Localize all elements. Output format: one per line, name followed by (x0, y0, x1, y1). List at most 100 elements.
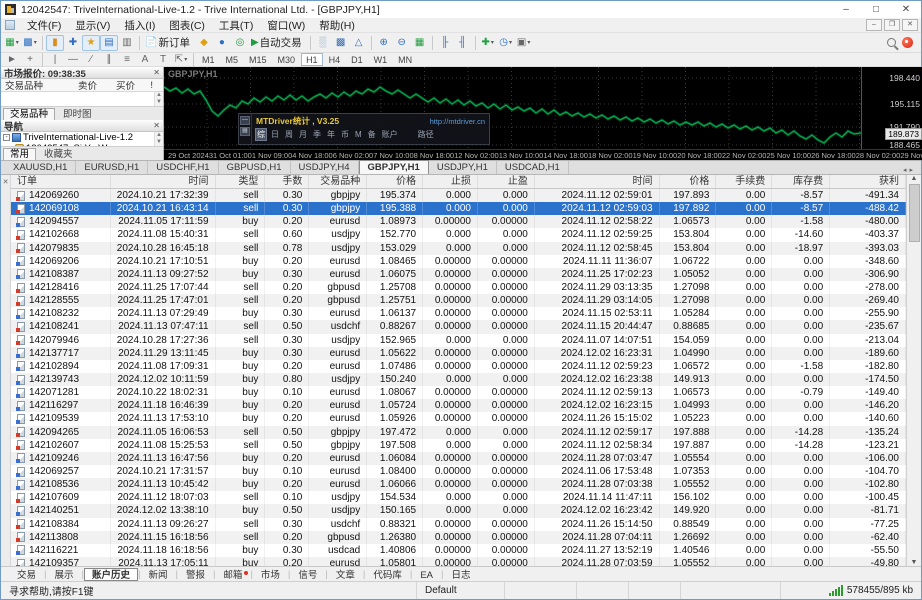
table-row[interactable]: 142069260 2024.10.21 17:32:39 sell 0.30 gbpj… (11, 189, 906, 203)
chart-tab[interactable]: GBPUSD,H1 (219, 161, 291, 174)
menu-item[interactable]: 帮助(H) (312, 18, 362, 33)
table-row[interactable]: 142069257 2024.10.21 17:31:57 buy 0.10 eurus… (11, 464, 906, 479)
history-column-header[interactable]: 时间 (535, 175, 660, 188)
history-column-header[interactable]: 交易品种 (309, 175, 368, 188)
table-row[interactable]: 142069206 2024.10.21 17:10:51 buy 0.20 eurus… (11, 254, 906, 268)
table-row[interactable]: 142102894 2024.11.08 17:09:31 buy 0.20 eurus… (11, 359, 906, 373)
overlay-button[interactable]: 综 (255, 128, 267, 141)
experts-button[interactable]: ● (213, 35, 231, 51)
market-watch-close-icon[interactable]: ✕ (153, 68, 160, 77)
timeframe-h1-button[interactable]: H1 (301, 53, 323, 66)
table-row[interactable]: 142108536 2024.11.13 10:45:42 buy 0.20 eurus… (11, 478, 906, 492)
terminal-tab-市场[interactable]: 市场 (253, 568, 288, 581)
table-row[interactable]: 142116297 2024.11.18 16:46:39 buy 0.20 eurus… (11, 399, 906, 413)
table-row[interactable]: 142107609 2024.11.12 18:07:03 sell 0.10 usdj… (11, 491, 906, 505)
table-row[interactable]: 142137717 2024.11.29 13:11:45 buy 0.30 eurus… (11, 346, 906, 360)
history-column-header[interactable]: 时间 (111, 175, 216, 188)
terminal-tab-文章[interactable]: 文章 (328, 568, 363, 581)
chart-tab[interactable]: GBPJPY,H1 (358, 160, 429, 174)
table-row[interactable]: 142109539 2024.11.13 17:53:10 buy 0.20 eurus… (11, 412, 906, 426)
navigator-tab[interactable]: 收藏夹 (37, 148, 80, 160)
tree-item-account[interactable]: 12042547: Si Yu Wu (1, 143, 163, 146)
history-column-header[interactable]: 价格 (660, 175, 717, 188)
history-column-header[interactable]: 订单 (11, 175, 111, 188)
overlay-button[interactable]: 年 (326, 129, 336, 140)
chart-tab[interactable]: XAUUSD,H1 (5, 161, 77, 174)
text-label-tool-icon[interactable]: T (154, 52, 172, 68)
table-row[interactable]: 142113808 2024.11.15 16:18:56 sell 0.20 gbpu… (11, 530, 906, 544)
navigator-tab[interactable]: 常用 (3, 148, 37, 160)
navigator-scrollbar[interactable]: ▲ ▼ (154, 132, 163, 146)
profiles-button[interactable]: ▩ ▾ (21, 35, 39, 51)
overlay-url-link[interactable]: http://mtdriver.cn (430, 117, 485, 126)
mdi-close-icon[interactable]: ✕ (902, 19, 918, 31)
notification-icon[interactable] (902, 37, 913, 48)
overlay-minimize-icon[interactable]: — (240, 116, 250, 125)
market-watch-scrollbar[interactable]: ▲ ▼ (154, 92, 163, 106)
market-watch-tab[interactable]: 即时图 (56, 108, 99, 120)
channel-tool-icon[interactable]: ∥ (100, 52, 118, 68)
history-column-header[interactable]: 库存费 (772, 175, 831, 188)
timeframe-w1-button[interactable]: W1 (369, 53, 393, 66)
mdi-minimize-icon[interactable]: – (866, 19, 882, 31)
candlestick-chart-button[interactable]: ▩ (332, 35, 350, 51)
history-column-header[interactable]: 手数 (265, 175, 310, 188)
timeframe-m5-button[interactable]: M5 (221, 53, 244, 66)
table-row[interactable]: 142094557 2024.11.05 17:11:59 buy 0.20 eurus… (11, 215, 906, 229)
zoom-in-button[interactable]: ⊕ (375, 35, 393, 51)
overlay-button[interactable]: 季 (312, 129, 322, 140)
new-chart-button[interactable]: ▦ ▾ (3, 35, 21, 51)
chart-tab[interactable]: USDJPY,H1 (429, 161, 497, 174)
line-chart-button[interactable]: △ (350, 35, 368, 51)
table-row[interactable]: 142079835 2024.10.28 16:45:18 sell 0.78 usdj… (11, 241, 906, 255)
menu-item[interactable]: 文件(F) (20, 18, 68, 33)
scroll-thumb[interactable] (908, 184, 920, 242)
terminal-toggle[interactable]: ▤ (100, 34, 118, 51)
table-row[interactable]: 142109246 2024.11.13 16:47:56 buy 0.20 eurus… (11, 451, 906, 465)
menu-item[interactable]: 插入(I) (117, 18, 162, 33)
table-row[interactable]: 142108241 2024.11.13 07:47:11 sell 0.50 usdc… (11, 320, 906, 334)
table-row[interactable]: 142108384 2024.11.13 09:26:27 sell 0.30 usdc… (11, 517, 906, 531)
overlay-button[interactable]: 日 (270, 129, 280, 140)
tree-item-account-server[interactable]: - TriveInternational-Live-1.2 (1, 132, 163, 143)
table-row[interactable]: 142102668 2024.11.08 15:40:31 sell 0.60 usdj… (11, 228, 906, 242)
table-row[interactable]: 142108232 2024.11.13 07:29:49 buy 0.30 eurus… (11, 307, 906, 321)
add-indicator-button[interactable]: ✚ ▾ (479, 35, 497, 51)
minimize-icon[interactable]: – (831, 1, 861, 18)
history-column-header[interactable]: 止损 (423, 175, 478, 188)
terminal-tab-警报[interactable]: 警报 (178, 568, 213, 581)
status-profile[interactable]: Default (417, 582, 505, 599)
timeframe-m15-button[interactable]: M15 (244, 53, 272, 66)
tile-windows-button[interactable]: ▦ (411, 35, 429, 51)
terminal-close-icon[interactable]: ✕ (3, 179, 9, 186)
history-column-header[interactable]: 止盈 (478, 175, 535, 188)
overlay-path-button[interactable]: 路径 (417, 129, 435, 140)
market-watch-toggle[interactable]: ▮ (46, 34, 64, 51)
chart-tab[interactable]: USDCAD,H1 (497, 161, 569, 174)
fibonacci-tool-icon[interactable]: ≡ (118, 52, 136, 68)
menu-item[interactable]: 窗口(W) (260, 18, 312, 33)
data-window-toggle[interactable]: ✚ (64, 35, 82, 51)
new-order-button[interactable]: 📄 新订单 (143, 35, 195, 51)
terminal-tab-信号[interactable]: 信号 (290, 568, 325, 581)
table-row[interactable]: 142139743 2024.12.02 10:11:59 buy 0.80 usdjp… (11, 372, 906, 387)
arrange-right-button[interactable]: ╢ (454, 35, 472, 51)
templates-button[interactable]: ▣ ▾ (515, 35, 533, 51)
collapse-icon[interactable]: - (3, 134, 10, 141)
scroll-up-icon[interactable]: ▲ (911, 175, 918, 182)
chart-tab[interactable]: USDCHF,H1 (148, 161, 219, 174)
close-icon[interactable]: ✕ (891, 1, 921, 18)
table-row[interactable]: 142094265 2024.11.05 16:06:53 sell 0.50 gbpj… (11, 425, 906, 439)
menu-item[interactable]: 显示(V) (68, 18, 117, 33)
table-row[interactable]: 142071281 2024.10.22 18:02:31 buy 0.10 eurus… (11, 386, 906, 400)
overlay-button[interactable]: M (354, 130, 363, 139)
chart-tab[interactable]: USDJPY,H4 (291, 161, 359, 174)
table-row[interactable]: 142069108 2024.10.21 16:43:14 sell 0.30 gbpj… (11, 202, 906, 216)
history-column-header[interactable]: 手续费 (716, 175, 773, 188)
bar-chart-button[interactable]: ░ (314, 35, 332, 51)
scroll-down-icon[interactable]: ▼ (911, 559, 918, 566)
terminal-tab-邮箱[interactable]: 邮箱 (215, 568, 250, 581)
metaeditor-button[interactable]: ◆ (195, 35, 213, 51)
terminal-tab-交易[interactable]: 交易 (9, 568, 44, 581)
text-tool-icon[interactable]: A (136, 52, 154, 68)
